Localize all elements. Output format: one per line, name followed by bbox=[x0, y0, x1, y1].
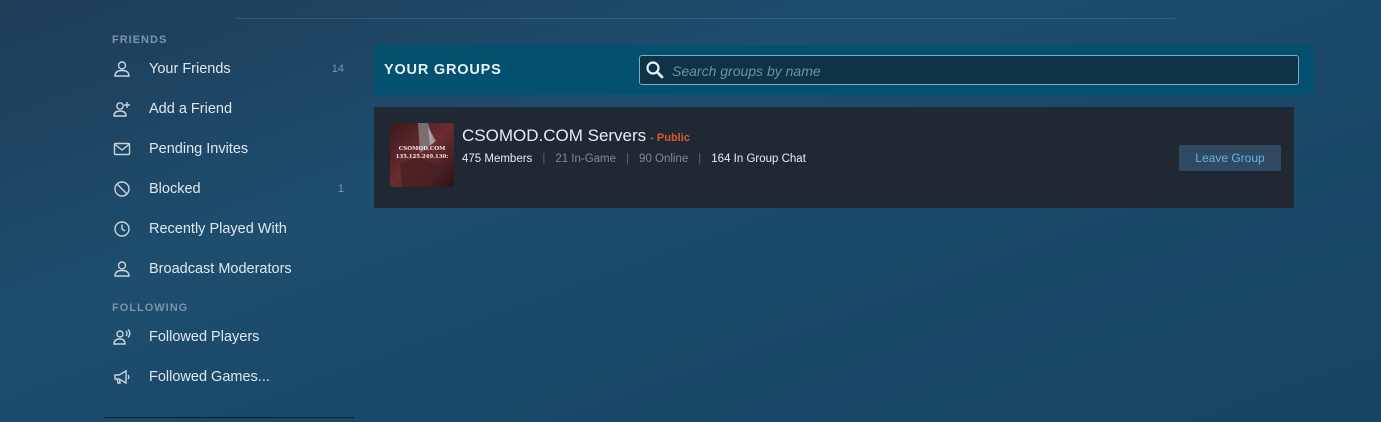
stat-separator: | bbox=[626, 153, 630, 165]
stat-separator: | bbox=[542, 153, 546, 165]
online-count: 90 Online bbox=[639, 153, 689, 165]
sidebar-item-broadcast-moderators[interactable]: Broadcast Moderators bbox=[104, 251, 354, 287]
sidebar-item-label: Recently Played With bbox=[149, 221, 287, 237]
sidebar-item-blocked[interactable]: Blocked 1 bbox=[104, 171, 354, 207]
group-chat-count: 164 In Group Chat bbox=[711, 153, 806, 165]
friends-section-label: FRIENDS bbox=[112, 34, 168, 46]
blocked-count: 1 bbox=[337, 183, 344, 195]
person-icon bbox=[111, 58, 133, 80]
sidebar-item-recently-played[interactable]: Recently Played With bbox=[104, 211, 354, 247]
sidebar-item-label: Followed Games... bbox=[149, 369, 270, 385]
person-broadcast-icon bbox=[111, 326, 133, 348]
members-count: 475 Members bbox=[462, 153, 533, 165]
megaphone-icon bbox=[111, 366, 133, 388]
envelope-icon bbox=[111, 138, 133, 160]
blocked-icon bbox=[111, 178, 133, 200]
sidebar-item-label: Blocked bbox=[149, 181, 201, 197]
following-section-label: FOLLOWING bbox=[112, 302, 189, 314]
sidebar-item-add-friend[interactable]: Add a Friend bbox=[104, 91, 354, 127]
sidebar-item-label: Broadcast Moderators bbox=[149, 261, 292, 277]
clock-icon bbox=[111, 218, 133, 240]
page-title: YOUR GROUPS bbox=[384, 62, 502, 78]
leave-group-button[interactable]: Leave Group bbox=[1179, 145, 1281, 171]
search-input[interactable] bbox=[670, 59, 1284, 83]
sidebar-item-label: Followed Players bbox=[149, 329, 260, 345]
search-icon bbox=[645, 60, 665, 80]
sidebar-item-label: Pending Invites bbox=[149, 141, 249, 157]
sidebar-item-followed-players[interactable]: Followed Players bbox=[104, 319, 354, 355]
search-box[interactable] bbox=[639, 55, 1299, 85]
add-person-icon bbox=[111, 98, 133, 120]
stat-separator: | bbox=[698, 153, 702, 165]
sidebar-item-label: Your Friends bbox=[149, 61, 231, 77]
group-title-row: CSOMOD.COM Servers - Public bbox=[462, 126, 690, 146]
person-icon bbox=[111, 258, 133, 280]
avatar-text-domain: CSOMOD.COM bbox=[399, 146, 446, 152]
group-visibility-badge: - Public bbox=[650, 132, 690, 144]
top-divider bbox=[235, 18, 1175, 19]
sidebar-item-label: Add a Friend bbox=[149, 101, 233, 117]
group-stats: 475 Members | 21 In-Game | 90 Online | 1… bbox=[462, 153, 806, 165]
sidebar-item-followed-games[interactable]: Followed Games... bbox=[104, 359, 354, 395]
group-avatar[interactable]: CSOMOD.COM 135.125.249.130: bbox=[390, 123, 454, 187]
sidebar: FRIENDS Your Friends 14 Add a Friend Pen… bbox=[104, 32, 354, 422]
sidebar-item-pending-invites[interactable]: Pending Invites bbox=[104, 131, 354, 167]
friends-count: 14 bbox=[331, 63, 344, 75]
sidebar-item-your-friends[interactable]: Your Friends 14 bbox=[104, 51, 354, 87]
avatar-text-ip: 135.125.249.130: bbox=[396, 154, 449, 160]
groups-header: YOUR GROUPS bbox=[374, 45, 1314, 95]
group-card[interactable]: CSOMOD.COM 135.125.249.130: CSOMOD.COM S… bbox=[374, 107, 1294, 208]
sidebar-divider bbox=[104, 417, 354, 418]
group-name-link[interactable]: CSOMOD.COM Servers bbox=[462, 126, 646, 146]
in-game-count: 21 In-Game bbox=[555, 153, 617, 165]
